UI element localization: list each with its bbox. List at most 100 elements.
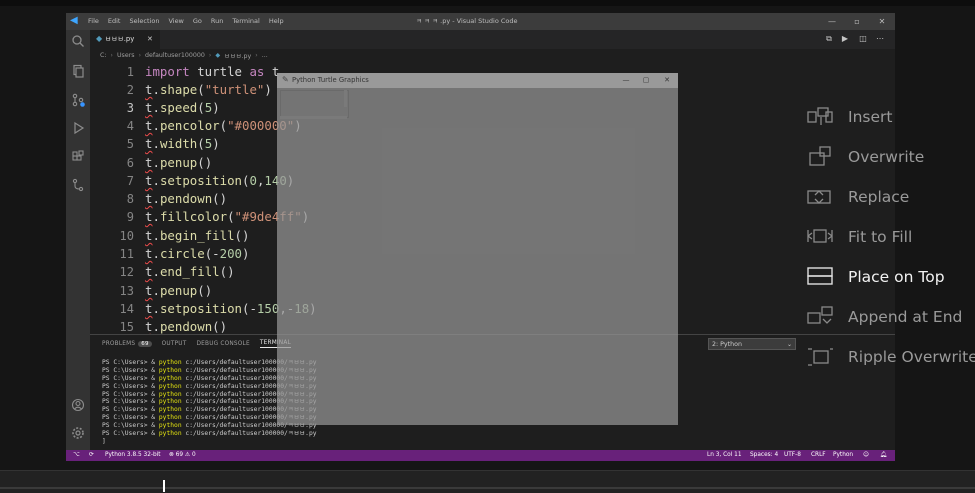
menu-item-replace[interactable]: Replace <box>800 177 975 217</box>
open-changes-icon[interactable]: ⧉ <box>823 33 835 45</box>
menu-terminal[interactable]: Terminal <box>232 13 259 30</box>
more-actions-icon[interactable]: ⋯ <box>874 33 886 45</box>
breadcrumb-file[interactable]: ㅂㅂㅂ.py <box>224 51 251 60</box>
eol-status[interactable]: CRLF <box>811 450 826 461</box>
indentation-status[interactable]: Spaces: 4 <box>750 450 778 461</box>
line-number: 6 <box>126 156 134 170</box>
menu-item-place-on-top[interactable]: Place on Top <box>800 257 975 297</box>
terminal-select[interactable]: 2: Python ⌄ <box>708 338 796 350</box>
line-number: 7 <box>126 174 134 188</box>
python-file-icon: ◆ <box>215 52 221 59</box>
extensions-icon[interactable] <box>71 150 85 164</box>
line-number: 11 <box>119 247 134 261</box>
menu-item-overwrite[interactable]: Overwrite <box>800 137 975 177</box>
panel-tabs: PROBLEMS 69 OUTPUT DEBUG CONSOLE TERMINAL <box>90 335 291 353</box>
append-at-end-icon <box>807 306 833 324</box>
sync-icon[interactable]: ⟳ <box>89 450 94 461</box>
menu-item-ripple-overwrite[interactable]: Ripple Overwrite <box>800 337 975 377</box>
feedback-icon[interactable]: ☺ <box>863 450 869 461</box>
source-control-icon[interactable] <box>71 93 85 107</box>
activity-bar <box>66 30 90 450</box>
tab-active-file[interactable]: ◆ ㅂㅂㅂ.py ✕ <box>90 30 160 49</box>
menu-item-fit-to-fill[interactable]: Fit to Fill <box>800 217 975 257</box>
breadcrumb-more[interactable]: ... <box>262 52 268 59</box>
timeline-playhead[interactable] <box>163 480 165 492</box>
insert-icon <box>807 107 833 125</box>
tab-output[interactable]: OUTPUT <box>162 341 187 347</box>
code-text: t.begin_fill() <box>145 228 250 243</box>
menu-item-label: Insert <box>848 108 893 126</box>
tab-close-icon[interactable]: ✕ <box>147 30 153 49</box>
menu-item-label: Ripple Overwrite <box>848 348 975 366</box>
code-text: t.setposition(0,140) <box>145 173 294 188</box>
window-title: ㅋ ㅋ ㅋ .py - Visual Studio Code <box>416 17 518 25</box>
place-on-top-icon <box>807 267 833 285</box>
run-python-icon[interactable]: ▶ <box>839 33 851 45</box>
menu-item-label: Append at End <box>848 308 963 326</box>
timeline-bar <box>0 470 975 493</box>
breadcrumb-drive[interactable]: C: <box>100 52 107 59</box>
python-interpreter[interactable]: Python 3.8.5 32-bit <box>105 450 161 461</box>
line-number: 10 <box>119 229 134 243</box>
ripple-overwrite-icon <box>808 348 833 366</box>
code-text: t.penup() <box>145 283 213 298</box>
split-editor-icon[interactable]: ◫ <box>857 33 869 45</box>
maximize-button[interactable]: ▫ <box>845 13 869 30</box>
turtle-window-title: Python Turtle Graphics <box>292 76 369 84</box>
tab-label: ㅂㅂㅂ.py <box>105 35 135 43</box>
terminal-cursor-line: ] <box>102 437 106 445</box>
terminal-line: PS C:\Users> & python c:/Users/defaultus… <box>102 430 317 438</box>
turtle-close-button[interactable]: ✕ <box>657 73 677 88</box>
cursor-position[interactable]: Ln 3, Col 11 <box>707 450 742 461</box>
turtle-window-titlebar[interactable]: ✎ Python Turtle Graphics — ▢ ✕ <box>277 73 678 88</box>
breadcrumb-users[interactable]: Users <box>117 52 135 59</box>
turtle-vertical-scrollbar[interactable] <box>344 90 347 107</box>
timeline-track[interactable] <box>0 487 975 489</box>
python-file-icon: ◆ <box>96 34 103 43</box>
line-number: 4 <box>126 119 134 133</box>
close-button[interactable]: ✕ <box>870 13 894 30</box>
top-strip <box>0 0 975 6</box>
breadcrumb-user[interactable]: defaultuser100000 <box>145 52 205 59</box>
line-number: 13 <box>119 284 134 298</box>
minimize-button[interactable]: — <box>820 13 844 30</box>
menu-view[interactable]: View <box>168 13 183 30</box>
remote-explorer-icon[interactable] <box>71 178 85 192</box>
menu-item-label: Fit to Fill <box>848 228 913 246</box>
menu-selection[interactable]: Selection <box>129 13 159 30</box>
overwrite-icon <box>809 146 831 166</box>
turtle-canvas[interactable] <box>280 90 349 118</box>
feather-icon: ✎ <box>282 75 289 84</box>
menu-item-append-at-end[interactable]: Append at End <box>800 297 975 337</box>
line-number: 8 <box>126 192 134 206</box>
menu-go[interactable]: Go <box>193 13 202 30</box>
files-icon[interactable] <box>71 64 85 78</box>
menu-help[interactable]: Help <box>269 13 284 30</box>
menu-item-label: Place on Top <box>848 268 945 286</box>
run-debug-icon[interactable] <box>71 121 85 135</box>
line-number: 5 <box>126 137 134 151</box>
account-icon[interactable] <box>71 398 85 412</box>
code-text: t.width(5) <box>145 136 220 151</box>
turtle-graphics-window[interactable]: ✎ Python Turtle Graphics — ▢ ✕ <box>277 73 678 425</box>
tab-problems[interactable]: PROBLEMS 69 <box>102 341 152 347</box>
line-number: 1 <box>126 65 134 79</box>
problems-status[interactable]: ⊗ 69 ⚠ 0 <box>169 450 196 461</box>
tab-debug-console[interactable]: DEBUG CONSOLE <box>196 341 249 347</box>
turtle-minimize-button[interactable]: — <box>616 73 636 88</box>
menu-item-insert[interactable]: Insert <box>800 97 975 137</box>
language-mode[interactable]: Python <box>833 450 853 461</box>
code-text: t.end_fill() <box>145 264 235 279</box>
menu-edit[interactable]: Edit <box>108 13 121 30</box>
turtle-horizontal-scrollbar[interactable] <box>280 116 347 119</box>
remote-indicator-icon[interactable]: ⌥ <box>73 450 80 461</box>
explorer-search-icon[interactable] <box>71 34 85 48</box>
menu-file[interactable]: File <box>88 13 99 30</box>
status-bar: ⌥ ⟳ Python 3.8.5 32-bit ⊗ 69 ⚠ 0 Ln 3, C… <box>66 450 895 461</box>
notifications-bell-icon[interactable]: 🔔︎ <box>880 450 887 461</box>
line-number: 2 <box>126 83 134 97</box>
menu-run[interactable]: Run <box>211 13 223 30</box>
manage-gear-icon[interactable] <box>71 426 85 440</box>
encoding-status[interactable]: UTF-8 <box>784 450 801 461</box>
turtle-maximize-button[interactable]: ▢ <box>636 73 656 88</box>
